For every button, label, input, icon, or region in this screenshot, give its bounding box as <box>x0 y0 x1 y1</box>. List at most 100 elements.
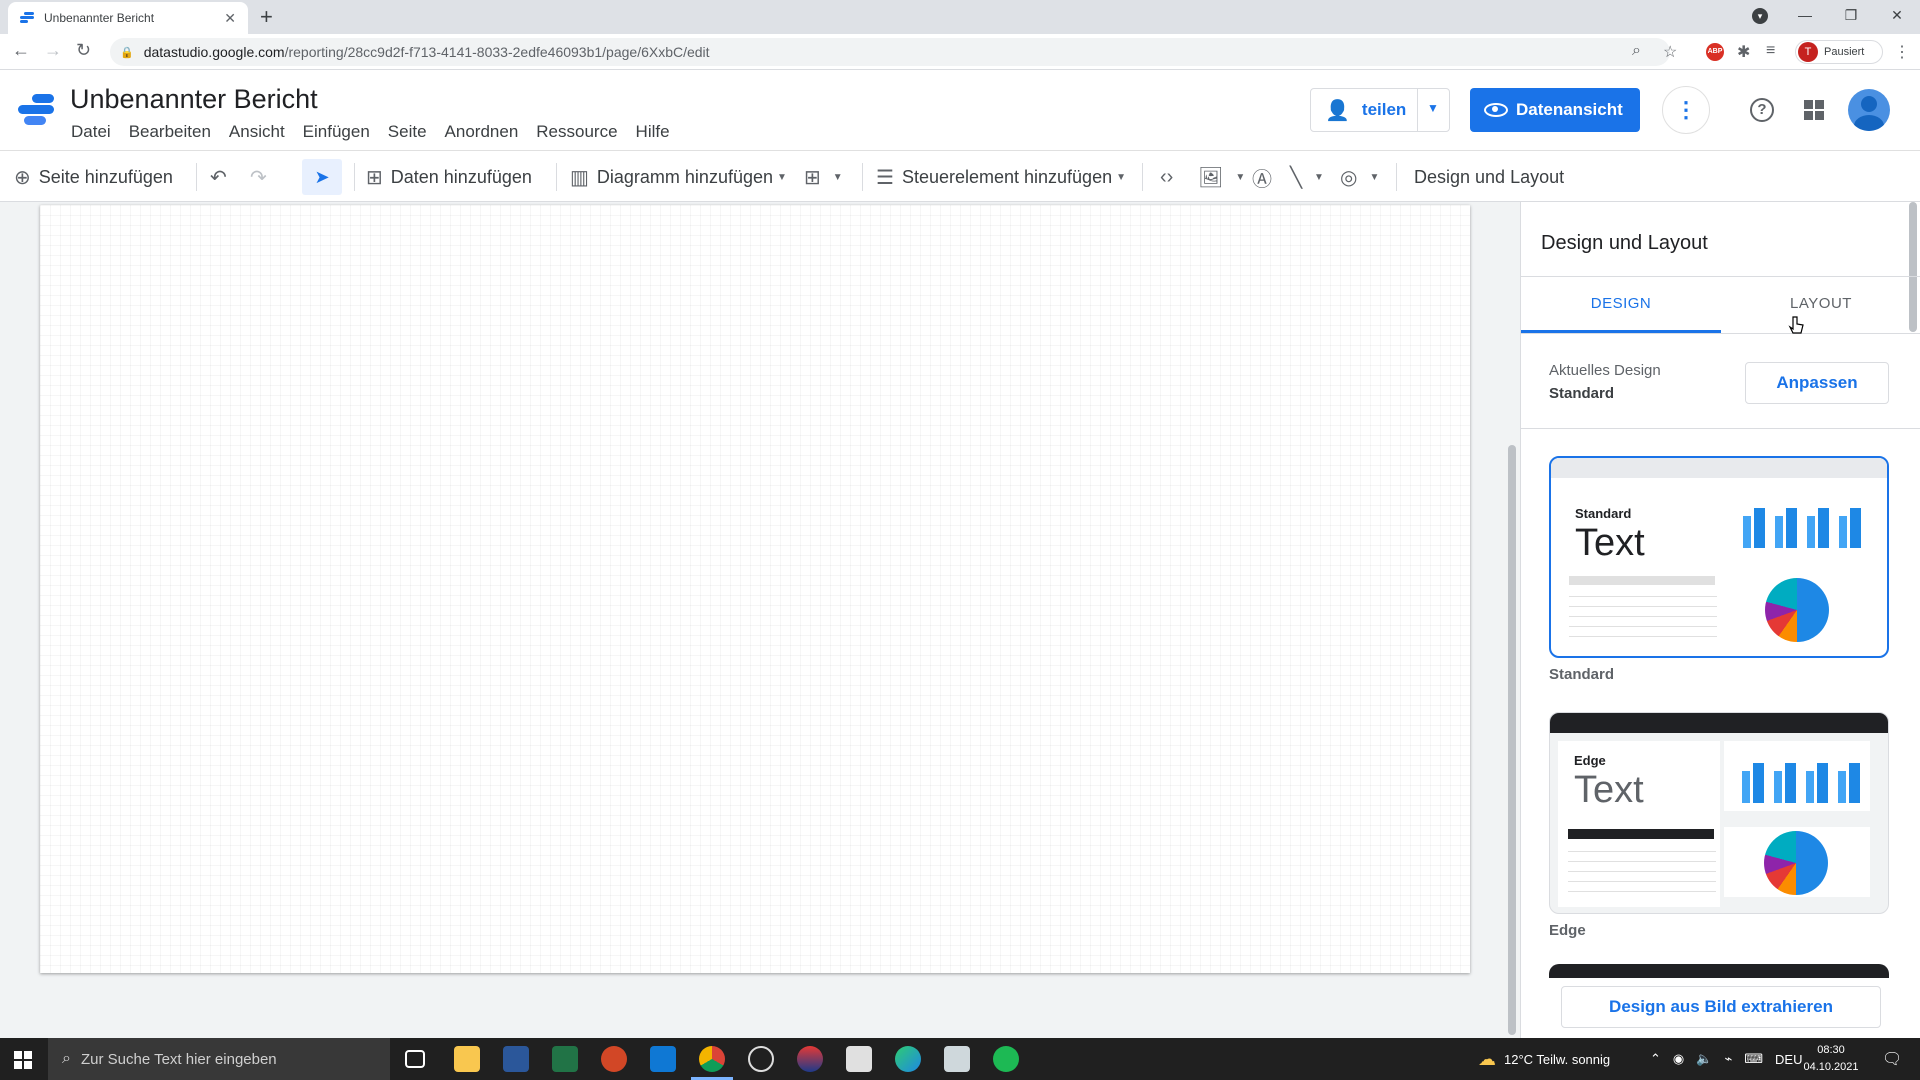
media-queue-icon[interactable]: ≡ <box>1766 42 1775 60</box>
add-data-button[interactable]: ⊞ Daten hinzufügen <box>366 151 532 203</box>
menu-einfuegen[interactable]: Einfügen <box>294 122 379 142</box>
zoom-icon[interactable]: ⌕ <box>1632 42 1641 60</box>
excel-icon[interactable] <box>552 1046 578 1072</box>
share-button[interactable]: 👤 teilen ▼ <box>1310 88 1450 132</box>
tab-search-icon[interactable]: ▾ <box>1752 8 1768 24</box>
theme-preview-title: Standard <box>1575 506 1632 521</box>
help-icon[interactable]: ? <box>1750 98 1774 122</box>
bar-chart-preview <box>1743 508 1861 548</box>
forward-icon[interactable]: → <box>44 40 62 61</box>
browser-tab[interactable]: Unbenannter Bericht ✕ <box>8 2 248 34</box>
bookmark-star-icon[interactable]: ☆ <box>1663 42 1677 62</box>
volume-icon[interactable]: 🔈 <box>1696 1051 1712 1067</box>
menu-seite[interactable]: Seite <box>379 122 436 142</box>
add-data-icon: ⊞ <box>366 166 383 189</box>
taskbar-search-field[interactable]: ⌕ Zur Suche Text hier eingeben <box>48 1038 390 1080</box>
pie-chart-preview <box>1764 831 1828 895</box>
theme-card-standard[interactable]: Standard Text <box>1549 456 1889 658</box>
url-field[interactable]: 🔒 datastudio.google.com/reporting/28cc9d… <box>110 38 1670 66</box>
add-chart-button[interactable]: ▥ Diagramm hinzufügen ▼ <box>570 151 787 203</box>
share-dropdown-icon[interactable]: ▼ <box>1427 101 1439 115</box>
restore-icon[interactable]: ❐ <box>1828 0 1874 30</box>
theme-card-edge[interactable]: Edge Text <box>1549 712 1889 914</box>
back-icon[interactable]: ← <box>12 40 30 61</box>
customize-button[interactable]: Anpassen <box>1745 362 1889 404</box>
obs-icon[interactable] <box>748 1046 774 1072</box>
word-icon[interactable] <box>503 1046 529 1072</box>
extract-theme-from-image-button[interactable]: Design aus Bild extrahieren <box>1561 986 1881 1028</box>
bar-chart-preview <box>1742 763 1860 803</box>
theme-preview-text: Text <box>1575 522 1645 564</box>
pie-chart-preview <box>1765 578 1829 642</box>
app-icon[interactable] <box>797 1046 823 1072</box>
tab-design[interactable]: DESIGN <box>1521 276 1721 332</box>
windows-start-icon[interactable] <box>14 1051 32 1069</box>
report-canvas[interactable] <box>40 205 1470 973</box>
code-icon: ‹› <box>1160 165 1174 188</box>
share-label: teilen <box>1361 100 1407 119</box>
menu-bar: Datei Bearbeiten Ansicht Einfügen Seite … <box>62 122 679 142</box>
theme-layout-button[interactable]: Design und Layout <box>1414 151 1564 203</box>
current-design-label: Aktuelles Design <box>1549 362 1661 379</box>
add-page-button[interactable]: ⊕ Seite hinzufügen <box>14 151 173 203</box>
adblock-extension-icon[interactable]: ABP <box>1706 43 1724 61</box>
new-tab-icon[interactable]: + <box>260 5 273 29</box>
menu-bearbeiten[interactable]: Bearbeiten <box>120 122 220 142</box>
menu-hilfe[interactable]: Hilfe <box>627 122 679 142</box>
lock-icon: 🔒 <box>120 46 134 59</box>
browser-menu-icon[interactable]: ⋮ <box>1894 42 1910 62</box>
task-view-icon[interactable] <box>405 1050 425 1068</box>
mail-icon[interactable] <box>650 1046 676 1072</box>
menu-ressource[interactable]: Ressource <box>527 122 626 142</box>
keyboard-icon[interactable]: ⌨ <box>1744 1051 1763 1067</box>
calculator-icon[interactable] <box>944 1046 970 1072</box>
user-avatar[interactable] <box>1848 89 1890 131</box>
app-header: Unbenannter Bericht Datei Bearbeiten Ans… <box>0 70 1920 150</box>
menu-datei[interactable]: Datei <box>62 122 120 142</box>
edge-browser-icon[interactable] <box>895 1046 921 1072</box>
undo-button[interactable]: ↶ <box>210 151 235 203</box>
profile-chip[interactable]: T Pausiert <box>1795 40 1883 64</box>
tab-layout[interactable]: LAYOUT <box>1721 276 1920 332</box>
community-viz-button[interactable]: ⊞ ▼ <box>804 151 843 203</box>
select-cursor-icon[interactable]: ➤ <box>302 159 342 195</box>
extensions-puzzle-icon[interactable]: ✱ <box>1737 42 1750 62</box>
tool-icon[interactable] <box>846 1046 872 1072</box>
spotify-icon[interactable] <box>993 1046 1019 1072</box>
undo-icon: ↶ <box>210 166 227 189</box>
taskbar-clock[interactable]: 08:30 04.10.2021 <box>1796 1042 1866 1076</box>
datastudio-logo-icon[interactable] <box>18 94 54 126</box>
redo-button[interactable]: ↷ <box>250 151 275 203</box>
line-button[interactable]: ╲ ▼ <box>1290 151 1324 203</box>
file-explorer-icon[interactable] <box>454 1046 480 1072</box>
text-box-button[interactable]: Ⓐ <box>1252 151 1280 203</box>
community-viz-icon: ⊞ <box>804 166 821 189</box>
chrome-icon[interactable] <box>691 1046 733 1080</box>
report-title[interactable]: Unbenannter Bericht <box>70 84 318 115</box>
image-button[interactable]: 🖼 ▼ <box>1198 151 1245 203</box>
view-mode-button[interactable]: Datenansicht <box>1470 88 1640 132</box>
weather-widget[interactable]: ☁ 12°C Teilw. sonnig <box>1478 1038 1610 1080</box>
clock-time: 08:30 <box>1817 1044 1845 1056</box>
shape-button[interactable]: ◎ ▼ <box>1340 151 1379 203</box>
notifications-icon[interactable]: 🗨 <box>1882 1038 1902 1080</box>
camera-icon[interactable]: ◉ <box>1673 1051 1684 1067</box>
menu-anordnen[interactable]: Anordnen <box>436 122 528 142</box>
tray-overflow-icon[interactable]: ⌃ <box>1650 1051 1661 1067</box>
add-control-button[interactable]: ☰ Steuerelement hinzufügen ▼ <box>876 151 1126 203</box>
embed-url-button[interactable]: ‹› <box>1160 151 1181 203</box>
more-options-icon[interactable]: ⋮ <box>1662 86 1710 134</box>
apps-grid-icon[interactable] <box>1804 100 1824 120</box>
close-tab-icon[interactable]: ✕ <box>224 10 236 27</box>
theme-card-next[interactable] <box>1549 964 1889 978</box>
eye-icon <box>1484 103 1508 117</box>
powerpoint-icon[interactable] <box>601 1046 627 1072</box>
menu-ansicht[interactable]: Ansicht <box>220 122 294 142</box>
canvas-scrollbar[interactable] <box>1508 445 1516 1035</box>
window-close-icon[interactable]: ✕ <box>1874 0 1920 30</box>
network-icon[interactable]: ⌁ <box>1724 1051 1732 1067</box>
weather-icon: ☁ <box>1478 1048 1496 1069</box>
add-page-label: Seite hinzufügen <box>38 166 173 187</box>
reload-icon[interactable]: ↻ <box>76 40 91 61</box>
minimize-icon[interactable]: — <box>1782 0 1828 30</box>
